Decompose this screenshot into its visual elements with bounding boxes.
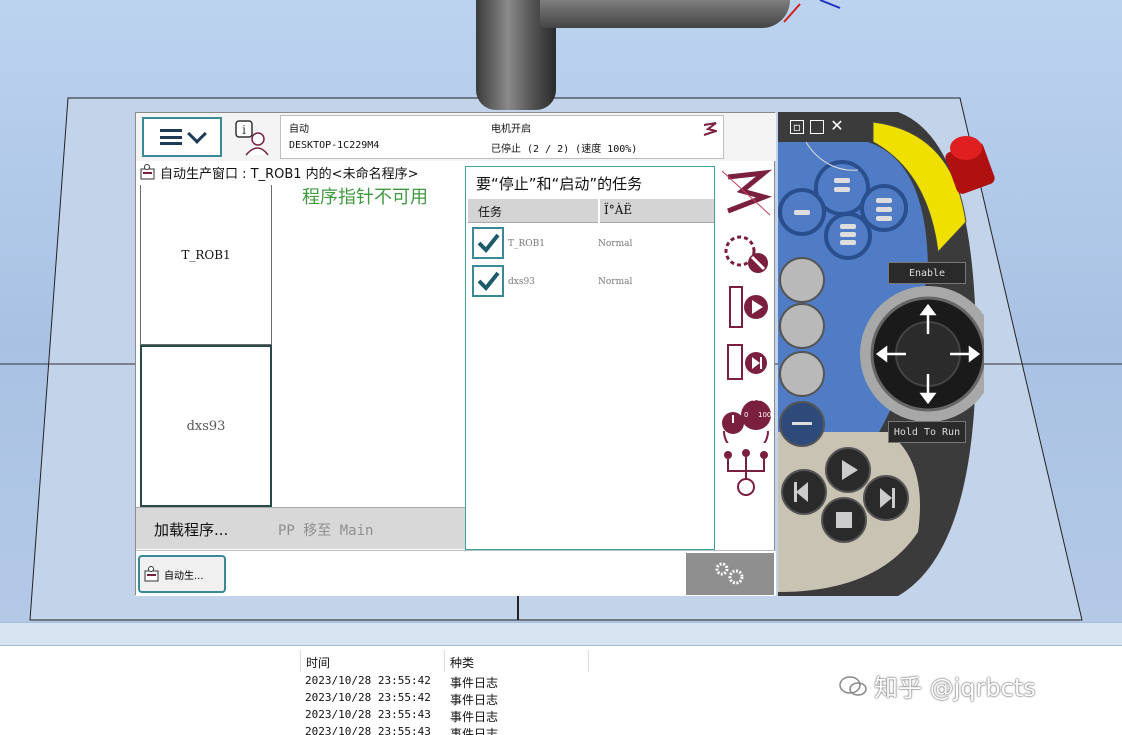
speed-0-label: 0 (744, 411, 749, 419)
quickset-button[interactable] (686, 553, 774, 595)
run-mode-icon[interactable] (720, 281, 772, 333)
log-time: 2023/10/28 23:55:43 (305, 725, 431, 735)
hold-to-run-button[interactable]: Hold To Run (888, 421, 966, 443)
production-window-icon (144, 566, 159, 582)
task-label: T_ROB1 (181, 247, 231, 262)
jog-status-icon (703, 122, 717, 136)
controller-name: DESKTOP-1C229M4 (289, 140, 380, 151)
taskbar-label: 自动生... (164, 570, 204, 582)
chevron-down-icon (187, 124, 207, 144)
minimize-icon[interactable]: _ (810, 120, 824, 134)
program-pointer-message: 程序指针不可用 (302, 187, 428, 208)
svg-text:i: i (242, 123, 246, 137)
restore-icon[interactable]: ▫ (790, 120, 804, 134)
load-program-button[interactable]: 加载程序... (154, 519, 228, 540)
watermark: 知乎 @jqrbcts (838, 668, 1036, 703)
task-type: Normal (598, 277, 633, 287)
task-table-header: 任务 Ï°ÀË (468, 199, 714, 223)
speed-50-label: 50 (752, 395, 761, 403)
speed-icon[interactable]: 50 0 100 (720, 391, 772, 454)
col-kind[interactable]: 种类 (450, 654, 474, 671)
table-row[interactable]: T_ROB1 Normal (470, 227, 710, 261)
hamburger-icon (160, 129, 182, 145)
step-mode-icon[interactable] (720, 337, 772, 389)
run-state: 已停止 (2 / 2) (速度 100%) (491, 144, 638, 155)
log-kind: 事件日志 (450, 693, 499, 707)
task-selection-panel: 要“停止”和“启动”的任务 任务 Ï°ÀË T_ROB1 Normal dxs9… (465, 166, 715, 550)
robot-arm-link (540, 0, 790, 28)
quickset-column: 50 0 100 (716, 163, 776, 499)
fp-header: i 自动 DESKTOP-1C229M4 电机开启 已停止 (2 / 2) (速… (136, 113, 776, 161)
abb-menu-button[interactable] (142, 117, 222, 157)
window-controls: ▫ _ ✕ (790, 118, 844, 134)
col-time[interactable]: 时间 (306, 654, 330, 671)
task-checkbox[interactable] (472, 227, 504, 259)
emergency-stop-icon[interactable] (942, 128, 1000, 198)
mode-text: 自动 (289, 124, 309, 135)
log-kind: 事件日志 (450, 676, 499, 690)
task-checkbox[interactable] (472, 265, 504, 297)
task-panel-dxs93[interactable]: dxs93 (140, 345, 272, 507)
task-panel-t-rob1[interactable]: T_ROB1 (140, 185, 272, 345)
taskbar-item-production[interactable]: 自动生... (138, 555, 226, 593)
panel-divider (0, 622, 1122, 646)
pp-to-main-button[interactable]: PP 移至 Main (278, 520, 373, 540)
enable-button[interactable]: Enable (888, 262, 966, 284)
task-name: dxs93 (508, 277, 535, 287)
production-window-icon (140, 164, 155, 180)
operator-info-icon[interactable]: i (234, 119, 270, 157)
motor-state: 电机开启 (491, 124, 531, 135)
watermark-text: 知乎 @jqrbcts (874, 674, 1036, 702)
log-kind: 事件日志 (450, 710, 499, 724)
task-name: T_ROB1 (508, 239, 545, 249)
popup-title: 要“停止”和“启动”的任务 (476, 175, 643, 193)
task-label: dxs93 (186, 418, 226, 434)
speed-100-label: 100 (758, 411, 772, 419)
close-icon[interactable]: ✕ (830, 118, 844, 134)
wechat-icon (839, 675, 867, 696)
checkmark-icon (477, 271, 500, 291)
col-task: 任务 (478, 205, 503, 219)
log-time: 2023/10/28 23:55:42 (305, 691, 431, 704)
page-title: 自动生产窗口 : T_ROB1 内的<未命名程序> (160, 166, 419, 182)
tasks-icon[interactable] (720, 447, 772, 499)
taskbar: 自动生... (136, 550, 776, 596)
mechanical-unit-icon[interactable] (720, 167, 772, 219)
status-bar[interactable]: 自动 DESKTOP-1C229M4 电机开启 已停止 (2 / 2) (速度 … (280, 115, 724, 159)
log-time: 2023/10/28 23:55:42 (305, 674, 431, 687)
flexpendant-screen: i 自动 DESKTOP-1C229M4 电机开启 已停止 (2 / 2) (速… (135, 112, 776, 596)
col-type: Ï°ÀË (604, 203, 633, 217)
gears-icon (715, 562, 744, 585)
log-time: 2023/10/28 23:55:43 (305, 708, 431, 721)
table-row[interactable]: dxs93 Normal (470, 265, 710, 299)
production-actions-bar: 加载程序... PP 移至 Main (136, 507, 466, 549)
increment-disabled-icon[interactable] (720, 225, 772, 277)
checkmark-icon (477, 233, 500, 253)
log-kind: 事件日志 (450, 727, 499, 735)
task-type: Normal (598, 239, 633, 249)
